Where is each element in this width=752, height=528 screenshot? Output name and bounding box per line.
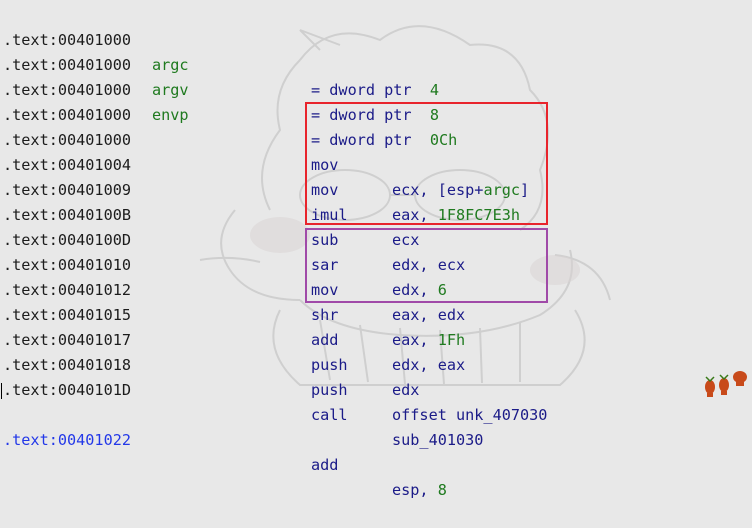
operands: esp, 8 — [392, 478, 447, 503]
operand-number: 1F8FC7E3h — [437, 206, 521, 224]
variable-definition: = dword ptr 4 — [311, 78, 439, 103]
operand-text: eax, edx — [392, 306, 466, 324]
operand-text: edx, — [392, 281, 438, 299]
mnemonic: push — [311, 356, 348, 374]
operands: edx, eax — [392, 353, 465, 378]
operand-text: eax, — [392, 206, 438, 224]
operands: eax, 1Fh — [392, 328, 465, 353]
instruction-line[interactable]: .text:00401015 add edx, eax — [0, 278, 465, 374]
operand-arg[interactable]: argc — [483, 181, 520, 199]
operand-text[interactable]: offset unk_407030 — [392, 406, 547, 424]
mnemonic: add — [311, 331, 339, 349]
instruction-line[interactable]: .text:00401017 push edx — [0, 303, 419, 399]
operands: edx, ecx — [392, 253, 465, 278]
variable-name[interactable]: envp — [152, 103, 189, 128]
operand-tail: ] — [520, 181, 530, 199]
operands[interactable]: offset unk_407030 — [392, 403, 547, 428]
listing-line[interactable]: .text:00401000 argv = dword ptr 8 — [0, 28, 439, 124]
instruction-line[interactable]: .text:0040101D call sub_401030 — [0, 353, 483, 449]
mnemonic: mov — [311, 156, 339, 174]
operands: edx, 6 — [392, 278, 447, 303]
operand-text: edx, ecx — [392, 256, 466, 274]
variable-name[interactable]: argv — [152, 78, 189, 103]
operand-text: edx, eax — [392, 356, 466, 374]
offset-value: 8 — [429, 106, 440, 124]
mnemonic: mov — [311, 281, 339, 299]
type-text: = dword ptr — [311, 81, 412, 99]
variable-name[interactable]: argc — [152, 53, 189, 78]
operands: eax, edx — [392, 303, 465, 328]
operands: eax, 1F8FC7E3h — [392, 203, 520, 228]
mnemonic: sar — [311, 256, 339, 274]
operands: ecx, [esp+argc] — [392, 178, 529, 203]
operand-text: esp, — [392, 481, 438, 499]
mnemonic: call — [311, 406, 348, 424]
operand-number: 1Fh — [437, 331, 466, 349]
text-cursor — [1, 383, 2, 399]
mnemonic: push — [311, 381, 348, 399]
mnemonic: imul — [311, 206, 348, 224]
offset-value: 4 — [429, 81, 440, 99]
listing-line[interactable]: .text:00401000 envp = dword ptr 0Ch — [0, 53, 457, 149]
type-text: = dword ptr — [311, 106, 412, 124]
operands[interactable]: sub_401030 — [392, 428, 483, 453]
instruction-line[interactable]: .text:00401009 imul ecx — [0, 153, 419, 249]
instruction-line[interactable]: .text:00401018 push offset unk_407030 — [0, 328, 547, 424]
instruction-line[interactable]: .text:00401010 mov eax, edx — [0, 228, 465, 324]
listing-line[interactable]: .text:00401000 argc = dword ptr 4 — [0, 3, 439, 99]
bug-logo-icon — [705, 371, 747, 397]
offset-value: 0Ch — [429, 131, 458, 149]
instruction-line[interactable]: .text:0040100D sar edx, 6 — [0, 203, 447, 299]
type-text: = dword ptr — [311, 131, 412, 149]
operands: edx — [392, 378, 419, 403]
listing-line[interactable]: .text:00401000 — [0, 78, 131, 124]
mnemonic: add — [311, 456, 339, 474]
instruction-line[interactable]: .text:00401004 mov eax, 1F8FC7E3h — [0, 128, 520, 224]
mnemonic: sub — [311, 231, 339, 249]
mnemonic: shr — [311, 306, 339, 324]
instruction-line[interactable]: .text:0040100B sub edx, ecx — [0, 178, 465, 274]
operand-number: 6 — [437, 281, 447, 299]
operand-text: eax, — [392, 331, 438, 349]
operand-text: ecx — [392, 231, 420, 249]
instruction-line[interactable]: .text:00401012 shr eax, 1Fh — [0, 253, 465, 349]
operand-number: 8 — [437, 481, 447, 499]
disassembly-view[interactable]: .text:00401000 argc = dword ptr 4 .text:… — [0, 0, 752, 499]
variable-definition: = dword ptr 0Ch — [311, 128, 457, 153]
variable-definition: = dword ptr 8 — [311, 103, 439, 128]
operand-text: edx — [392, 381, 420, 399]
operand-text: ecx, [esp+ — [392, 181, 484, 199]
instruction-line-current[interactable]: .text:00401022 add esp, 8 — [0, 378, 447, 499]
operands: ecx — [392, 228, 419, 253]
address: .text:00401022 — [3, 431, 132, 449]
instruction-line[interactable]: .text:00401000 mov ecx, [esp+argc] — [0, 103, 529, 199]
operand-text[interactable]: sub_401030 — [392, 431, 483, 449]
mnemonic: mov — [311, 181, 339, 199]
